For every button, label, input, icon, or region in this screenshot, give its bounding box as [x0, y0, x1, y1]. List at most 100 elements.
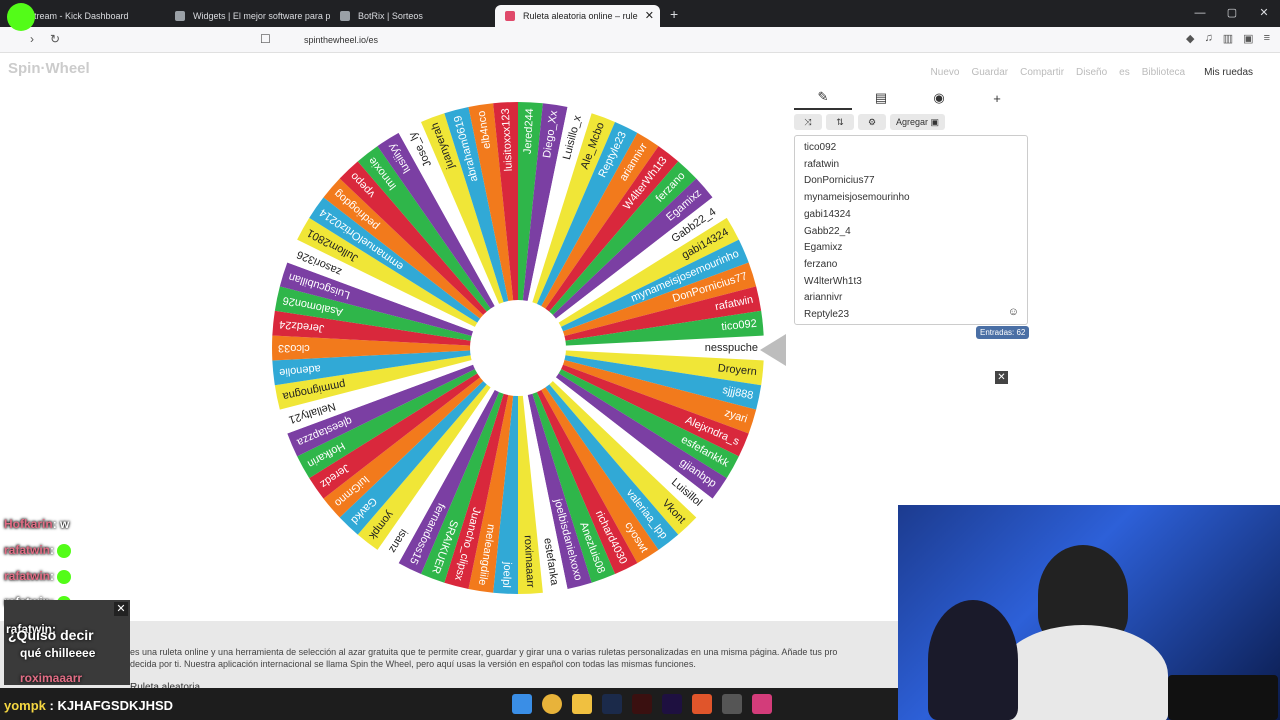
entry-line: rafatwin — [804, 158, 840, 170]
shuffle-icon[interactable]: ⤨ — [794, 114, 822, 130]
reload-icon[interactable]: ↻ — [50, 32, 60, 46]
diseno-button[interactable]: Diseño — [1076, 67, 1107, 78]
brave-icon[interactable] — [692, 694, 712, 714]
emoji-icon[interactable]: ☺ — [1008, 306, 1019, 318]
kick-logo-icon — [7, 3, 35, 31]
spin-wheel[interactable]: nesspuche Droyern sjjj888 zyari Alejxndra_s e… — [270, 100, 766, 596]
tab-label: Ruleta aleatoria online – rule — [523, 10, 638, 21]
browser-tab-bar: Stream - Kick Dashboard Widgets | El mej… — [0, 0, 1280, 27]
photoshop-icon[interactable] — [602, 694, 622, 714]
brave-shield-icon[interactable]: ◆ — [1186, 32, 1194, 45]
entry-line: Gabb22_4 — [804, 225, 851, 237]
extension-icons: ◆ ♫ ▥ ▣ ≡ — [1186, 32, 1270, 45]
results-tab-icon[interactable]: ▤ — [852, 90, 910, 106]
close-window-button[interactable]: ✕ — [1248, 0, 1280, 27]
panel-toolbar: ⤨ ⇅ ⚙ Agregar ▣ — [794, 114, 1030, 130]
entry-line: ferzano — [804, 258, 838, 270]
wallet-icon[interactable]: ▣ — [1243, 32, 1253, 45]
ruleta-favicon-icon — [505, 10, 515, 21]
wheel-pointer-icon — [760, 334, 786, 366]
language-selector[interactable]: es — [1119, 67, 1130, 78]
taskbar-icons — [512, 694, 772, 714]
popup-text-2: qué chilleeee — [20, 646, 96, 660]
streamer-body — [998, 625, 1168, 720]
page-description: es una ruleta online y una herramienta d… — [130, 646, 900, 670]
wheel-label: clco33 — [278, 342, 310, 354]
entries-panel: ✎ ▤ ◉ + ⤨ ⇅ ⚙ Agregar ▣ tico092 rafatwin… — [794, 86, 1030, 339]
address-bar: › ↻ ☐ spinthewheel.io/es ◆ ♫ ▥ ▣ ≡ — [0, 27, 1280, 53]
site-logo[interactable]: Spin·Wheel — [8, 60, 90, 77]
settings-icon[interactable]: ⚙ — [858, 114, 886, 130]
chat-text: : — [50, 569, 55, 583]
mis-ruedas-button[interactable]: Mis ruedas — [1197, 64, 1260, 81]
panel-tabs: ✎ ▤ ◉ + — [794, 86, 1030, 110]
entry-line: Egamixz — [804, 242, 843, 254]
webcam-feed — [898, 505, 1280, 720]
entry-line: tico092 — [804, 142, 837, 153]
second-person — [928, 600, 1018, 720]
keyboard — [1168, 675, 1278, 720]
sidebar-icon[interactable]: ▥ — [1223, 32, 1233, 45]
hide-tab-icon[interactable]: ◉ — [910, 90, 968, 106]
tab-ruleta[interactable]: Ruleta aleatoria online – rule ✕ — [495, 4, 660, 27]
maximize-button[interactable]: ▢ — [1216, 0, 1248, 27]
widgets-favicon-icon — [175, 10, 185, 21]
window-controls: — ▢ ✕ — [1184, 0, 1280, 27]
wheel-label: nesspuche — [705, 342, 758, 354]
menu-icon[interactable]: ≡ — [1264, 32, 1270, 45]
entries-textarea[interactable]: tico092 rafatwin DonPornicius77 mynameis… — [794, 135, 1028, 325]
obs-icon[interactable] — [722, 694, 742, 714]
url-field[interactable]: spinthewheel.io/es — [280, 31, 1000, 49]
entry-line: W4lterWh1t3 — [804, 275, 862, 287]
agregar-button[interactable]: Agregar ▣ — [890, 114, 946, 130]
chrome-icon[interactable] — [542, 694, 562, 714]
compartir-button[interactable]: Compartir — [1020, 67, 1064, 78]
chat-message-latest: yompk : KJHAFGSDKJHSD — [4, 698, 173, 713]
tab-label: Stream - Kick Dashboard — [28, 10, 129, 21]
close-ad-icon[interactable]: ✕ — [995, 371, 1008, 384]
new-tab-button[interactable]: + — [670, 6, 678, 22]
entry-line: mynameisjosemourinho — [804, 192, 910, 204]
tab-botrix[interactable]: BotRix | Sorteos — [330, 5, 495, 27]
sort-icon[interactable]: ⇅ — [826, 114, 854, 130]
kick-emote-icon — [57, 543, 72, 558]
agregar-label: Agregar — [896, 117, 929, 127]
entry-line: ariannivr — [804, 292, 843, 304]
explorer-icon[interactable] — [572, 694, 592, 714]
chat-text: : — [50, 543, 55, 557]
chat-username: rafatwin — [4, 569, 51, 583]
chat-message: rafatwin: — [4, 568, 129, 594]
wheel-svg: nesspucheDroyernsjjj888zyariAlejxndra_se… — [272, 102, 764, 594]
edit-tab-icon[interactable]: ✎ — [794, 86, 852, 110]
close-popup-icon[interactable]: ✕ — [114, 602, 128, 616]
chat-text: : w — [52, 517, 70, 531]
wheel-label: joelpl — [500, 561, 513, 588]
nuevo-button[interactable]: Nuevo — [931, 67, 960, 78]
kick-emote-icon — [57, 569, 72, 584]
entry-line: DonPornicius77 — [804, 175, 875, 187]
media-icon[interactable]: ♫ — [1205, 32, 1213, 45]
popup-text: ¿Quiso decir — [8, 627, 94, 643]
illustrator-icon[interactable] — [632, 694, 652, 714]
description-line2: decida por ti. Nuestra aplicación intern… — [130, 659, 696, 669]
aftereffects-icon[interactable] — [662, 694, 682, 714]
popup-username: roximaaarr — [20, 671, 83, 685]
start-icon[interactable] — [512, 694, 532, 714]
chat-username: Hofkarin — [4, 517, 53, 531]
guardar-button[interactable]: Guardar — [971, 67, 1008, 78]
tiktok-icon[interactable] — [752, 694, 772, 714]
add-wheel-icon[interactable]: + — [968, 91, 1026, 106]
botrix-favicon-icon — [340, 10, 350, 21]
tab-widgets[interactable]: Widgets | El mejor software para pot — [165, 5, 330, 27]
site-nav: Nuevo Guardar Compartir Diseño es Biblio… — [931, 64, 1260, 81]
chat-message: rafatwin: — [4, 542, 129, 568]
forward-icon[interactable]: › — [30, 32, 34, 46]
chat-username: rafatwin — [4, 543, 51, 557]
close-tab-icon[interactable]: ✕ — [645, 9, 654, 22]
chat-text: : KJHAFGSDKJHSD — [49, 698, 174, 713]
bookmark-icon[interactable]: ☐ — [260, 32, 271, 46]
wheel-center[interactable] — [470, 300, 566, 396]
minimize-button[interactable]: — — [1184, 0, 1216, 27]
biblioteca-button[interactable]: Biblioteca — [1142, 67, 1185, 78]
wheel-label: Jered244 — [522, 108, 536, 154]
